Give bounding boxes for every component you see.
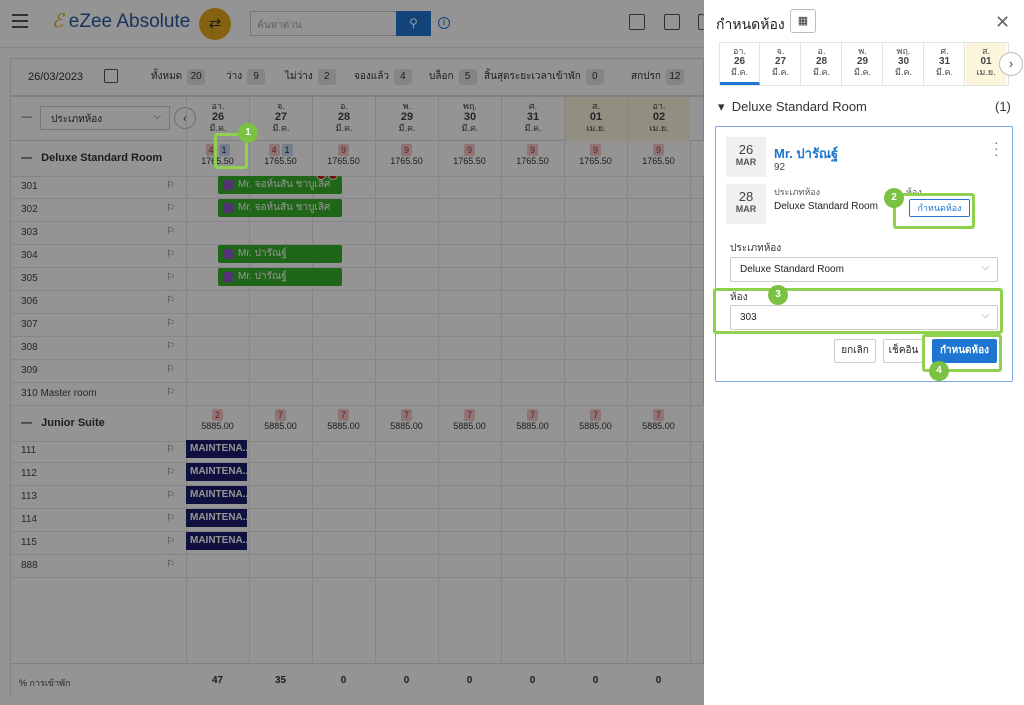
day-number: 28 — [815, 56, 828, 67]
panel-title: กำหนดห้อง — [716, 16, 785, 32]
room-type-field-label: ประเภทห้อง — [730, 243, 782, 254]
room-type-value: Deluxe Standard Room — [774, 201, 878, 212]
day-number: 27 — [774, 56, 787, 67]
day-number: 30 — [897, 56, 910, 67]
step-badge: 3 — [768, 285, 788, 305]
chevron-down-icon: ⌵ — [981, 262, 989, 273]
panel-date-tab[interactable]: อา. 26 มี.ค. — [720, 43, 760, 85]
panel-section-title[interactable]: ▾ Deluxe Standard Room — [718, 99, 867, 115]
checkin-button[interactable]: เช็คอิน — [883, 339, 924, 363]
month: มี.ค. — [895, 67, 912, 77]
month: มี.ค. — [731, 67, 748, 77]
next-dates-button[interactable]: › — [999, 52, 1023, 76]
panel-date-strip: อา. 26 มี.ค. จ. 27 มี.ค. อ. 28 มี.ค. พ. 29 มี.ค. พฤ.… — [719, 42, 1009, 86]
day-of-week: จ. — [776, 46, 785, 56]
step-highlight — [893, 193, 975, 229]
month: มี.ค. — [936, 67, 953, 77]
day-number: 26 — [733, 56, 746, 67]
modal-overlay[interactable] — [0, 0, 704, 705]
step-badge: 4 — [929, 361, 949, 381]
arrival-date: 26 MAR — [726, 137, 766, 177]
month: เม.ย. — [976, 67, 996, 77]
close-icon[interactable]: ✕ — [995, 12, 1010, 33]
day-of-week: อา. — [733, 46, 746, 56]
panel-date-tab[interactable]: จ. 27 มี.ค. — [761, 43, 801, 85]
cancel-button[interactable]: ยกเลิก — [834, 339, 876, 363]
day-of-week: พ. — [858, 46, 867, 56]
room-type-label: ประเภทห้อง — [774, 187, 821, 197]
month: มี.ค. — [813, 67, 830, 77]
guest-name[interactable]: Mr. ปารัณฐ์ — [774, 143, 838, 164]
panel-section-count: (1) — [995, 99, 1011, 114]
day-of-week: อ. — [817, 46, 826, 56]
panel-date-tab[interactable]: ศ. 31 มี.ค. — [925, 43, 965, 85]
day-of-week: ศ. — [940, 46, 949, 56]
reservation-number: 92 — [774, 162, 786, 173]
step-highlight — [713, 288, 1003, 334]
calendar-icon[interactable]: ▦ — [790, 9, 816, 33]
day-of-week: พฤ. — [896, 46, 911, 56]
month: มี.ค. — [854, 67, 871, 77]
step-badge: 2 — [884, 188, 904, 208]
day-of-week: ส. — [982, 46, 990, 56]
day-number: 29 — [856, 56, 869, 67]
more-menu-icon[interactable]: · · · — [994, 135, 999, 161]
day-number: 31 — [938, 56, 951, 67]
panel-date-tab[interactable]: อ. 28 มี.ค. — [802, 43, 842, 85]
panel-date-tab[interactable]: พ. 29 มี.ค. — [843, 43, 883, 85]
panel-date-tab[interactable]: พฤ. 30 มี.ค. — [884, 43, 924, 85]
room-type-dropdown[interactable]: Deluxe Standard Room ⌵ — [730, 257, 998, 282]
step-badge: 1 — [238, 123, 258, 143]
month: มี.ค. — [772, 67, 789, 77]
departure-date: 28 MAR — [726, 184, 766, 224]
